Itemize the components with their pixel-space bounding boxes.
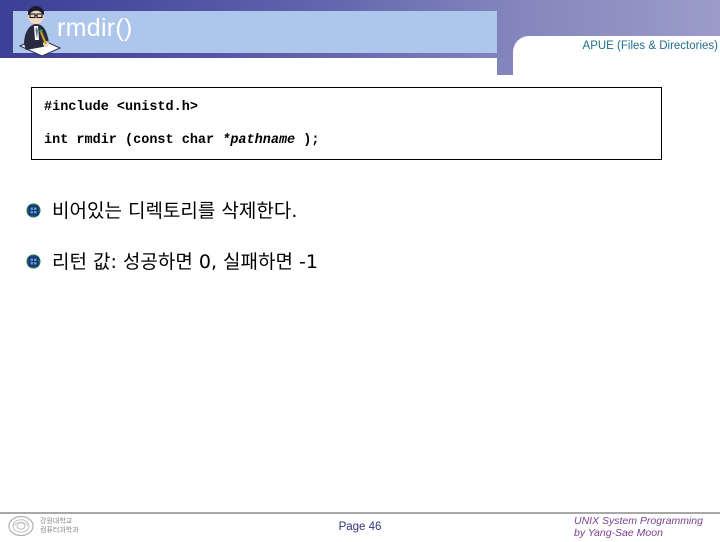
code-parameter-pathname: *pathname [222,133,296,148]
code-include-line: #include <unistd.h> [44,100,198,115]
course-credit: UNIX System Programming by Yang-Sae Moon [500,515,715,539]
person-writing-icon [8,2,64,58]
code-prototype-suffix: ); [295,133,320,148]
list-item-label: 리턴 값: 성공하면 0, 실패하면 -1 [52,251,318,273]
decorative-bullet-icon [26,254,41,269]
course-credit-line1: UNIX System Programming [574,515,703,527]
list-item: 리턴 값: 성공하면 0, 실패하면 -1 [26,247,318,274]
code-signature-box: #include <unistd.h> int rmdir (const cha… [31,87,662,160]
list-item-label: 비어있는 디렉토리를 삭제한다. [52,200,298,222]
decorative-bullet-icon [26,203,41,218]
course-credit-line2: by Yang-Sae Moon [574,527,663,539]
list-item: 비어있는 디렉토리를 삭제한다. [26,196,297,223]
page-title: rmdir() [57,14,133,42]
footer-divider [0,512,720,514]
code-prototype-prefix: int rmdir (const char [44,133,223,148]
course-label: APUE (Files & Directories) [582,40,718,52]
code-prototype-line: int rmdir (const char *pathname ); [44,133,319,148]
